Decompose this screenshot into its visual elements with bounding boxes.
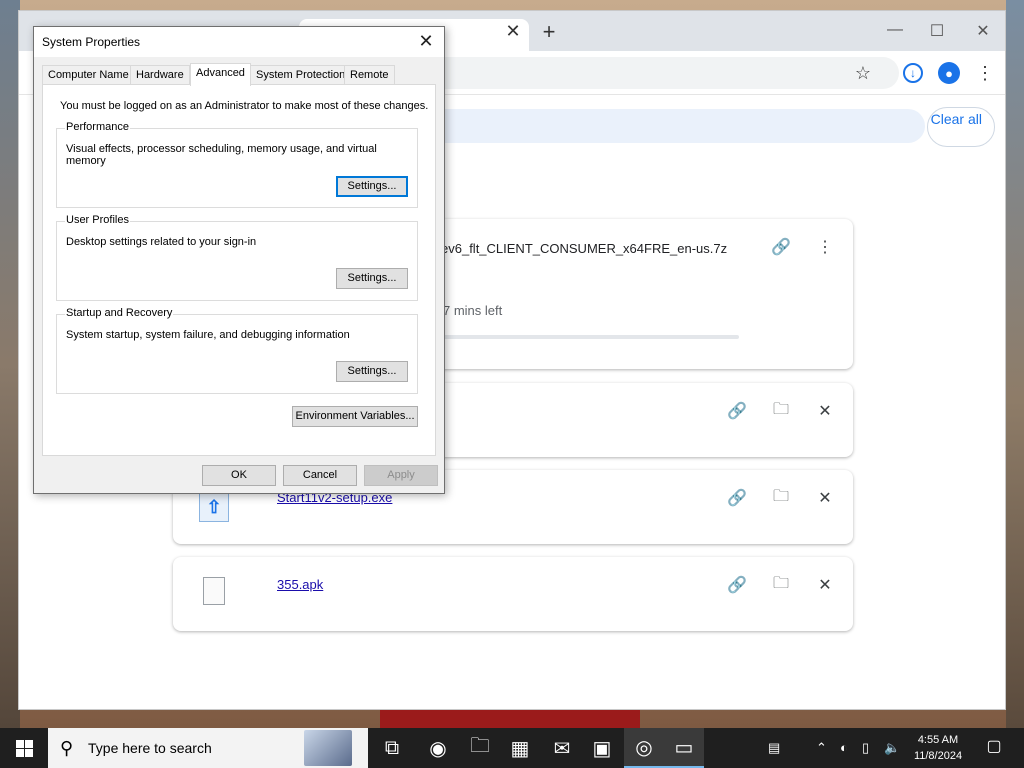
system-properties-dialog: System Properties ✕ Computer Name Hardwa…: [33, 26, 445, 494]
dialog-tabs: Computer Name Hardware Advanced System P…: [42, 63, 436, 86]
store-icon[interactable]: ▦: [500, 728, 540, 768]
dialog-title: System Properties: [42, 35, 141, 49]
download-icon: ↓: [903, 63, 923, 83]
remove-icon[interactable]: ✕: [813, 399, 837, 423]
desktop-icons-strip: [0, 0, 20, 728]
network-icon[interactable]: ▯: [862, 740, 869, 756]
folder-icon[interactable]: 🗀: [769, 399, 793, 423]
tab-hardware[interactable]: Hardware: [130, 65, 190, 85]
tab-advanced[interactable]: Advanced: [190, 63, 251, 86]
admin-notice: You must be logged on as an Administrato…: [60, 100, 429, 112]
folder-icon[interactable]: 🗀: [769, 573, 793, 597]
maximize-icon[interactable]: ☐: [925, 21, 949, 41]
startup-recovery-settings-button[interactable]: Settings...: [336, 361, 408, 382]
start-button[interactable]: [0, 728, 48, 768]
more-vertical-icon[interactable]: ⋮: [813, 235, 837, 259]
link-icon[interactable]: 🔗: [725, 399, 749, 423]
download-button[interactable]: ↓: [901, 61, 925, 85]
download-item: 355.apk 🔗 🗀 ✕: [173, 557, 853, 631]
wallpaper-detail: [380, 708, 640, 728]
search-highlight-image: [304, 730, 352, 766]
taskbar-search-box[interactable]: ⚲ Type here to search: [48, 728, 368, 768]
chrome-icon[interactable]: ◎: [624, 728, 664, 768]
remove-icon[interactable]: ✕: [813, 573, 837, 597]
download-status: 7 mins left: [443, 303, 503, 318]
cancel-button[interactable]: Cancel: [283, 465, 357, 486]
volume-muted-icon[interactable]: 🔈: [884, 740, 900, 756]
advanced-tab-page: You must be logged on as an Administrato…: [42, 84, 436, 456]
group-label: Performance: [65, 121, 130, 133]
close-icon[interactable]: ✕: [414, 31, 438, 53]
file-explorer-icon[interactable]: 🗀: [460, 728, 500, 768]
package-app-icon[interactable]: ▣: [582, 728, 622, 768]
folder-icon[interactable]: 🗀: [769, 486, 793, 510]
user-profiles-settings-button[interactable]: Settings...: [336, 268, 408, 289]
performance-settings-button[interactable]: Settings...: [336, 176, 408, 197]
apply-button[interactable]: Apply: [364, 465, 438, 486]
download-filename[interactable]: 355.apk: [277, 577, 323, 592]
installer-file-icon: ⇧: [199, 492, 229, 522]
tab-system-protection[interactable]: System Protection: [250, 65, 352, 85]
link-icon[interactable]: 🔗: [769, 235, 793, 259]
group-description: Desktop settings related to your sign-in: [66, 236, 257, 248]
desktop-edge-strip: [1006, 0, 1024, 728]
system-properties-taskbar-icon[interactable]: ▭: [664, 728, 704, 768]
meet-icon[interactable]: ◐: [840, 740, 848, 755]
minimize-icon[interactable]: —: [883, 21, 907, 39]
user-profiles-group: User Profiles Desktop settings related t…: [56, 214, 418, 301]
profile-icon: ●: [938, 62, 960, 84]
more-vertical-icon[interactable]: ⋮: [973, 61, 997, 85]
mail-icon[interactable]: ✉: [542, 728, 582, 768]
dialog-title-bar[interactable]: System Properties ✕: [34, 27, 444, 57]
ok-button[interactable]: OK: [202, 465, 276, 486]
group-label: User Profiles: [65, 214, 130, 226]
clock-date: 11/8/2024: [913, 750, 963, 762]
startup-recovery-group: Startup and Recovery System startup, sys…: [56, 307, 418, 394]
clock-time: 4:55 AM: [917, 734, 959, 746]
group-label: Startup and Recovery: [65, 307, 174, 319]
window-close-icon[interactable]: ✕: [971, 21, 995, 41]
taskbar: ⚲ Type here to search ⧉ ◉ 🗀 ▦ ✉ ▣ ◎ ▭ ▤ …: [0, 728, 1024, 768]
group-description: System startup, system failure, and debu…: [66, 329, 350, 341]
environment-variables-button[interactable]: Environment Variables...: [292, 406, 418, 427]
tab-computer-name[interactable]: Computer Name: [42, 65, 135, 85]
tab-remote[interactable]: Remote: [344, 65, 395, 85]
notification-icon[interactable]: ▢: [982, 736, 1006, 760]
plus-icon[interactable]: +: [539, 19, 559, 45]
task-view-icon[interactable]: ⧉: [372, 728, 412, 768]
generic-file-icon: [203, 577, 225, 605]
clear-all-button[interactable]: Clear all: [927, 107, 995, 147]
download-filename: ev6_flt_CLIENT_CONSUMER_x64FRE_en-us.7z: [441, 241, 728, 256]
download-progress-bar: [443, 335, 739, 339]
group-description: Visual effects, processor scheduling, me…: [66, 143, 377, 167]
windows-logo-icon: [15, 739, 33, 757]
edge-icon[interactable]: ◉: [418, 728, 458, 768]
profile-button[interactable]: ●: [937, 61, 961, 85]
link-icon[interactable]: 🔗: [725, 573, 749, 597]
search-placeholder: Type here to search: [88, 740, 212, 756]
performance-group: Performance Visual effects, processor sc…: [56, 121, 418, 208]
star-icon[interactable]: ☆: [851, 61, 875, 85]
close-icon[interactable]: ✕: [503, 21, 523, 42]
link-icon[interactable]: 🔗: [725, 486, 749, 510]
remove-icon[interactable]: ✕: [813, 486, 837, 510]
chevron-up-icon[interactable]: ⌃: [816, 740, 827, 756]
search-icon: ⚲: [60, 738, 74, 758]
news-icon[interactable]: ▤: [768, 740, 780, 756]
taskbar-clock[interactable]: 4:55 AM 11/8/2024: [906, 732, 970, 764]
